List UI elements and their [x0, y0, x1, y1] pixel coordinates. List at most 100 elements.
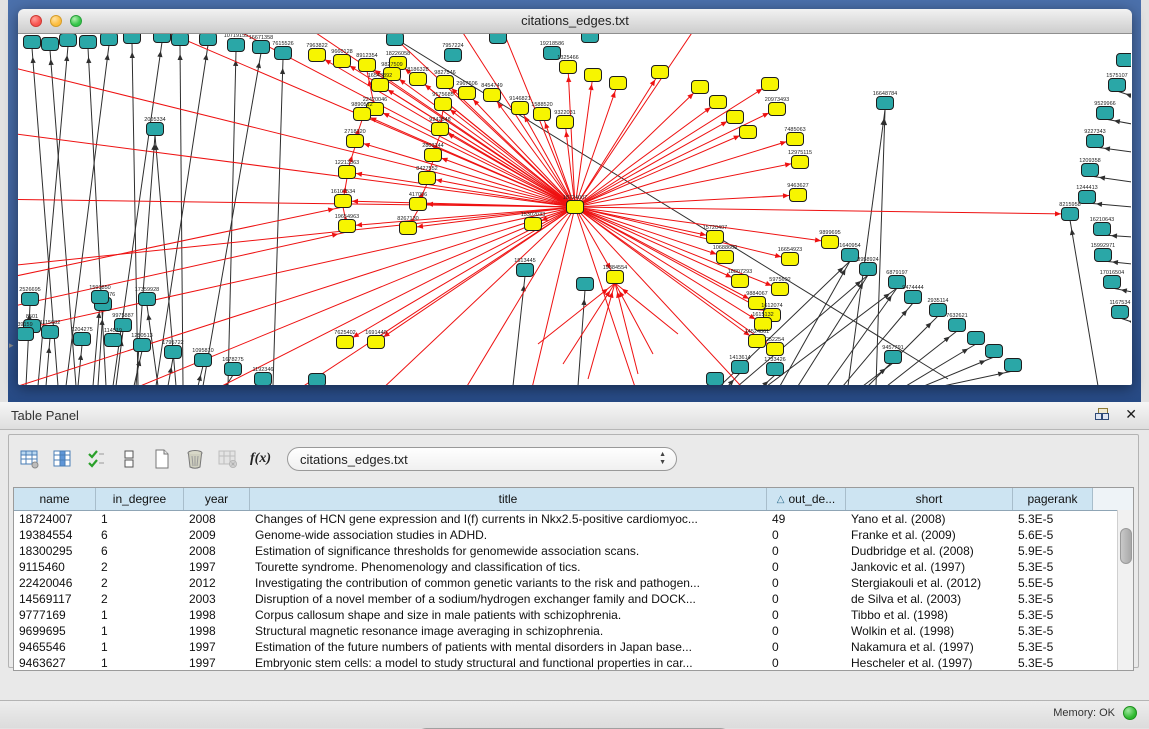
scrollbar-thumb[interactable]: [1120, 528, 1132, 564]
column-edit-icon[interactable]: [50, 447, 76, 471]
graph-node[interactable]: [732, 361, 749, 374]
graph-node[interactable]: [557, 116, 574, 129]
graph-node[interactable]: [842, 249, 859, 262]
network-svg[interactable]: 2405572206914061065528715276502946616010…: [18, 34, 1131, 385]
graph-node[interactable]: [92, 291, 109, 304]
graph-node[interactable]: [717, 251, 734, 264]
graph-node[interactable]: [707, 373, 724, 386]
graph-node[interactable]: [787, 133, 804, 146]
graph-node[interactable]: [372, 79, 389, 92]
graph-node[interactable]: [560, 61, 577, 74]
graph-node[interactable]: [517, 264, 534, 277]
table-scrollbar[interactable]: [1117, 510, 1133, 670]
graph-node[interactable]: [1104, 276, 1121, 289]
table-row[interactable]: 946362711997Embryonic stem cells: a mode…: [14, 655, 1133, 671]
graph-node[interactable]: [74, 333, 91, 346]
graph-node[interactable]: [1112, 306, 1129, 319]
graph-node[interactable]: [334, 55, 351, 68]
minimize-window-button[interactable]: [50, 15, 62, 27]
column-header-name[interactable]: name: [14, 488, 96, 510]
graph-node[interactable]: [435, 98, 452, 111]
table-row[interactable]: 969969511998Structural magnetic resonanc…: [14, 623, 1133, 639]
graph-node[interactable]: [134, 339, 151, 352]
graph-node[interactable]: [425, 149, 442, 162]
hide-panel-arrow[interactable]: ▸: [9, 340, 14, 351]
graph-node[interactable]: [905, 291, 922, 304]
graph-node[interactable]: [877, 97, 894, 110]
graph-node[interactable]: [930, 304, 947, 317]
column-header-short[interactable]: short: [846, 488, 1013, 510]
graph-node[interactable]: [359, 59, 376, 72]
float-panel-icon[interactable]: [1095, 408, 1109, 422]
graph-node[interactable]: [885, 351, 902, 364]
column-header-in-degree[interactable]: in_degree: [96, 488, 184, 510]
graph-node[interactable]: [195, 354, 212, 367]
graph-hub-node[interactable]: [567, 201, 584, 214]
graph-node[interactable]: [368, 336, 385, 349]
graph-node[interactable]: [822, 236, 839, 249]
graph-node[interactable]: [24, 36, 41, 49]
graph-node[interactable]: [577, 278, 594, 291]
graph-node[interactable]: [445, 49, 462, 62]
graph-node[interactable]: [1117, 54, 1132, 67]
column-header-title[interactable]: title: [250, 488, 767, 510]
graph-node[interactable]: [1097, 107, 1114, 120]
graph-node[interactable]: [740, 126, 757, 139]
graph-node[interactable]: [147, 123, 164, 136]
graph-node[interactable]: [410, 198, 427, 211]
graph-node[interactable]: [769, 103, 786, 116]
graph-node[interactable]: [105, 334, 122, 347]
graph-node[interactable]: [749, 335, 766, 348]
graph-node[interactable]: [582, 34, 599, 43]
graph-node[interactable]: [432, 123, 449, 136]
column-header-year[interactable]: year: [184, 488, 250, 510]
new-file-icon[interactable]: [149, 447, 175, 471]
graph-node[interactable]: [139, 293, 156, 306]
network-window-titlebar[interactable]: citations_edges.txt: [18, 9, 1132, 34]
graph-node[interactable]: [585, 69, 602, 82]
graph-node[interactable]: [253, 41, 270, 54]
graph-node[interactable]: [610, 77, 627, 90]
table-row[interactable]: 2242004622012Investigating the contribut…: [14, 575, 1133, 591]
graph-node[interactable]: [410, 73, 427, 86]
graph-node[interactable]: [228, 39, 245, 52]
graph-node[interactable]: [767, 343, 784, 356]
graph-node[interactable]: [200, 34, 217, 46]
graph-node[interactable]: [42, 38, 59, 51]
graph-node[interactable]: [354, 108, 371, 121]
table-row[interactable]: 1872400712008Changes of HCN gene express…: [14, 511, 1133, 527]
graph-node[interactable]: [986, 345, 1003, 358]
graph-node[interactable]: [225, 363, 242, 376]
graph-node[interactable]: [782, 253, 799, 266]
graph-node[interactable]: [652, 66, 669, 79]
graph-node[interactable]: [607, 271, 624, 284]
graph-node[interactable]: [707, 231, 724, 244]
select-rows-icon[interactable]: [83, 447, 109, 471]
delete-table-icon[interactable]: [182, 447, 208, 471]
graph-node[interactable]: [790, 189, 807, 202]
graph-node[interactable]: [1005, 359, 1022, 372]
function-builder-icon[interactable]: f(x): [250, 451, 271, 467]
graph-node[interactable]: [692, 81, 709, 94]
graph-node[interactable]: [525, 218, 542, 231]
graph-node[interactable]: [767, 363, 784, 376]
graph-node[interactable]: [1095, 249, 1112, 262]
graph-node[interactable]: [484, 89, 501, 102]
table-row[interactable]: 911546021997Tourette syndrome. Phenomeno…: [14, 559, 1133, 575]
graph-node[interactable]: [22, 293, 39, 306]
graph-node[interactable]: [490, 34, 507, 44]
graph-node[interactable]: [772, 283, 789, 296]
graph-node[interactable]: [1062, 208, 1079, 221]
graph-node[interactable]: [101, 34, 118, 46]
graph-node[interactable]: [339, 166, 356, 179]
graph-node[interactable]: [154, 34, 171, 43]
zoom-window-button[interactable]: [70, 15, 82, 27]
graph-node[interactable]: [80, 36, 97, 49]
graph-node[interactable]: [387, 34, 404, 46]
table-selector-dropdown[interactable]: citations_edges.txt ▲▼: [287, 447, 677, 471]
graph-node[interactable]: [419, 172, 436, 185]
graph-node[interactable]: [968, 332, 985, 345]
graph-node[interactable]: [1087, 135, 1104, 148]
graph-node[interactable]: [534, 108, 551, 121]
graph-node[interactable]: [309, 374, 326, 386]
